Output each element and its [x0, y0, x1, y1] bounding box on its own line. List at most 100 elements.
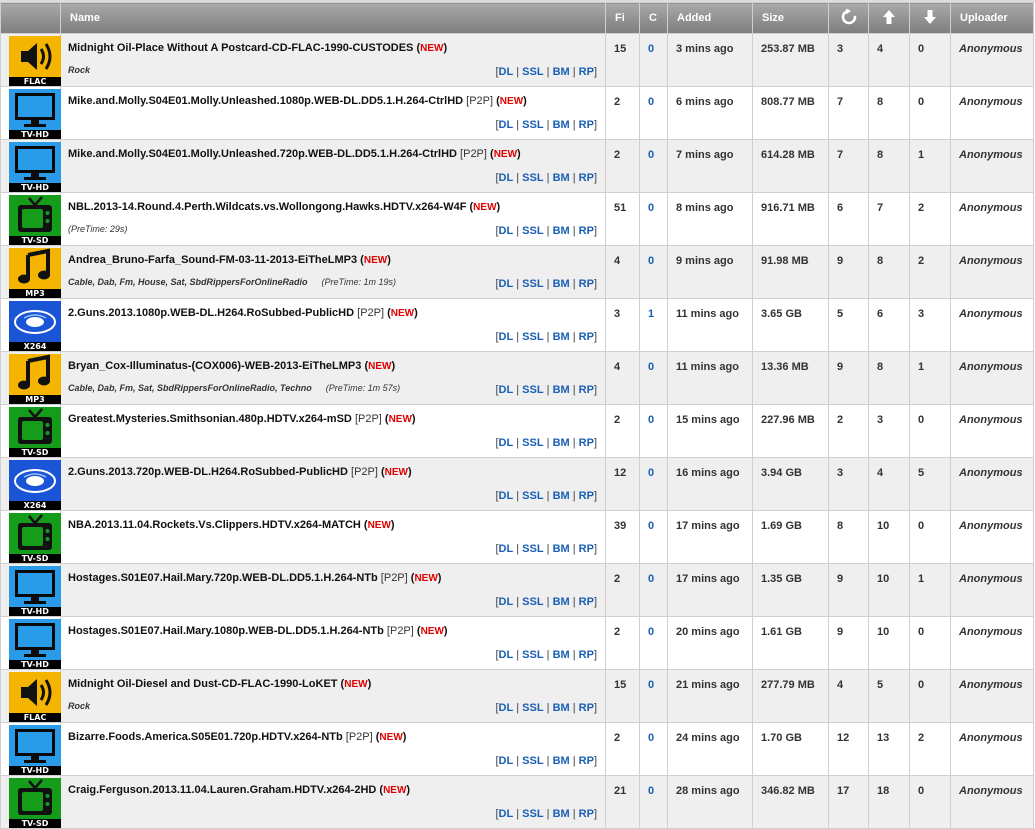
- link-bm[interactable]: BM: [553, 755, 570, 767]
- comments-cell[interactable]: 0: [639, 139, 668, 193]
- table-row[interactable]: FLAC Midnight Oil-Place Without A Postcar…: [0, 33, 1034, 87]
- link-bm[interactable]: BM: [553, 225, 570, 237]
- torrent-title-link[interactable]: NBL.2013-14.Round.4.Perth.Wildcats.vs.Wo…: [68, 201, 466, 213]
- torrent-title-link[interactable]: Midnight Oil-Diesel and Dust-CD-FLAC-199…: [68, 678, 338, 690]
- link-ssl[interactable]: SSL: [522, 490, 543, 502]
- table-row[interactable]: TV-HD Bizarre.Foods.America.S05E01.720p.H…: [0, 722, 1034, 776]
- link-bm[interactable]: BM: [553, 278, 570, 290]
- link-ssl[interactable]: SSL: [522, 808, 543, 820]
- comments-cell[interactable]: 0: [639, 86, 668, 140]
- speaker-icon[interactable]: FLAC: [9, 672, 61, 722]
- torrent-title-link[interactable]: Mike.and.Molly.S04E01.Molly.Unleashed.10…: [68, 95, 463, 107]
- table-row[interactable]: X264 2.Guns.2013.720p.WEB-DL.H264.RoSubbe…: [0, 457, 1034, 511]
- link-dl[interactable]: DL: [499, 543, 514, 555]
- link-rp[interactable]: RP: [579, 437, 594, 449]
- column-header-comments[interactable]: C: [639, 2, 668, 34]
- link-dl[interactable]: DL: [499, 66, 514, 78]
- link-ssl[interactable]: SSL: [522, 649, 543, 661]
- column-header-size[interactable]: Size: [752, 2, 829, 34]
- link-ssl[interactable]: SSL: [522, 702, 543, 714]
- link-dl[interactable]: DL: [499, 384, 514, 396]
- link-bm[interactable]: BM: [553, 66, 570, 78]
- link-rp[interactable]: RP: [579, 66, 594, 78]
- torrent-title-link[interactable]: Bizarre.Foods.America.S05E01.720p.HDTV.x…: [68, 731, 343, 743]
- torrent-title-link[interactable]: Mike.and.Molly.S04E01.Molly.Unleashed.72…: [68, 148, 457, 160]
- column-header-uploader[interactable]: Uploader: [950, 2, 1034, 34]
- link-ssl[interactable]: SSL: [522, 596, 543, 608]
- comments-cell[interactable]: 0: [639, 722, 668, 776]
- link-dl[interactable]: DL: [499, 808, 514, 820]
- music-note-icon[interactable]: MP3: [9, 354, 61, 404]
- monitor-icon[interactable]: TV-HD: [9, 619, 61, 669]
- torrent-title-link[interactable]: Hostages.S01E07.Hail.Mary.720p.WEB-DL.DD…: [68, 572, 378, 584]
- comments-cell[interactable]: 0: [639, 457, 668, 511]
- link-bm[interactable]: BM: [553, 490, 570, 502]
- torrent-title-link[interactable]: Greatest.Mysteries.Smithsonian.480p.HDTV…: [68, 413, 352, 425]
- television-icon[interactable]: TV-SD: [9, 195, 61, 245]
- table-row[interactable]: TV-SD NBL.2013-14.Round.4.Perth.Wildcats.…: [0, 192, 1034, 246]
- link-dl[interactable]: DL: [499, 225, 514, 237]
- bluray-disc-icon[interactable]: X264: [9, 301, 61, 351]
- comments-cell[interactable]: 0: [639, 404, 668, 458]
- link-rp[interactable]: RP: [579, 225, 594, 237]
- link-bm[interactable]: BM: [553, 384, 570, 396]
- link-dl[interactable]: DL: [499, 331, 514, 343]
- television-icon[interactable]: TV-SD: [9, 778, 61, 828]
- link-bm[interactable]: BM: [553, 649, 570, 661]
- torrent-title-link[interactable]: Hostages.S01E07.Hail.Mary.1080p.WEB-DL.D…: [68, 625, 384, 637]
- table-row[interactable]: X264 2.Guns.2013.1080p.WEB-DL.H264.RoSubb…: [0, 298, 1034, 352]
- link-dl[interactable]: DL: [499, 437, 514, 449]
- table-row[interactable]: TV-HD Mike.and.Molly.S04E01.Molly.Unleash…: [0, 86, 1034, 140]
- link-rp[interactable]: RP: [579, 649, 594, 661]
- link-ssl[interactable]: SSL: [522, 278, 543, 290]
- comments-cell[interactable]: 0: [639, 351, 668, 405]
- link-dl[interactable]: DL: [499, 172, 514, 184]
- column-header-name[interactable]: Name: [60, 2, 606, 34]
- link-ssl[interactable]: SSL: [522, 437, 543, 449]
- comments-cell[interactable]: 0: [639, 563, 668, 617]
- link-rp[interactable]: RP: [579, 702, 594, 714]
- link-rp[interactable]: RP: [579, 755, 594, 767]
- link-dl[interactable]: DL: [499, 702, 514, 714]
- table-row[interactable]: TV-HD Hostages.S01E07.Hail.Mary.720p.WEB-…: [0, 563, 1034, 617]
- column-header-category[interactable]: [0, 2, 61, 34]
- link-rp[interactable]: RP: [579, 119, 594, 131]
- link-ssl[interactable]: SSL: [522, 225, 543, 237]
- link-ssl[interactable]: SSL: [522, 172, 543, 184]
- link-bm[interactable]: BM: [553, 543, 570, 555]
- table-row[interactable]: TV-HD Hostages.S01E07.Hail.Mary.1080p.WEB…: [0, 616, 1034, 670]
- comments-cell[interactable]: 0: [639, 775, 668, 829]
- comments-cell[interactable]: 0: [639, 616, 668, 670]
- link-ssl[interactable]: SSL: [522, 755, 543, 767]
- television-icon[interactable]: TV-SD: [9, 407, 61, 457]
- link-rp[interactable]: RP: [579, 543, 594, 555]
- link-ssl[interactable]: SSL: [522, 384, 543, 396]
- table-row[interactable]: TV-HD Mike.and.Molly.S04E01.Molly.Unleash…: [0, 139, 1034, 193]
- torrent-title-link[interactable]: 2.Guns.2013.1080p.WEB-DL.H264.RoSubbed-P…: [68, 307, 354, 319]
- link-bm[interactable]: BM: [553, 596, 570, 608]
- column-header-added[interactable]: Added: [667, 2, 753, 34]
- column-header-files[interactable]: Fi: [605, 2, 640, 34]
- torrent-title-link[interactable]: Andrea_Bruno-Farfa_Sound-FM-03-11-2013-E…: [68, 254, 357, 266]
- television-icon[interactable]: TV-SD: [9, 513, 61, 563]
- link-dl[interactable]: DL: [499, 119, 514, 131]
- link-rp[interactable]: RP: [579, 384, 594, 396]
- link-dl[interactable]: DL: [499, 755, 514, 767]
- link-rp[interactable]: RP: [579, 490, 594, 502]
- torrent-title-link[interactable]: Bryan_Cox-Illuminatus-(COX006)-WEB-2013-…: [68, 360, 361, 372]
- table-row[interactable]: TV-SD Greatest.Mysteries.Smithsonian.480p…: [0, 404, 1034, 458]
- link-dl[interactable]: DL: [499, 596, 514, 608]
- link-ssl[interactable]: SSL: [522, 543, 543, 555]
- link-rp[interactable]: RP: [579, 331, 594, 343]
- link-bm[interactable]: BM: [553, 808, 570, 820]
- link-dl[interactable]: DL: [499, 490, 514, 502]
- comments-cell[interactable]: 0: [639, 245, 668, 299]
- link-dl[interactable]: DL: [499, 649, 514, 661]
- table-row[interactable]: TV-SD Craig.Ferguson.2013.11.04.Lauren.Gr…: [0, 775, 1034, 829]
- table-row[interactable]: FLAC Midnight Oil-Diesel and Dust-CD-FLAC…: [0, 669, 1034, 723]
- music-note-icon[interactable]: MP3: [9, 248, 61, 298]
- monitor-icon[interactable]: TV-HD: [9, 142, 61, 192]
- torrent-title-link[interactable]: Craig.Ferguson.2013.11.04.Lauren.Graham.…: [68, 784, 376, 796]
- torrent-title-link[interactable]: NBA.2013.11.04.Rockets.Vs.Clippers.HDTV.…: [68, 519, 361, 531]
- link-bm[interactable]: BM: [553, 702, 570, 714]
